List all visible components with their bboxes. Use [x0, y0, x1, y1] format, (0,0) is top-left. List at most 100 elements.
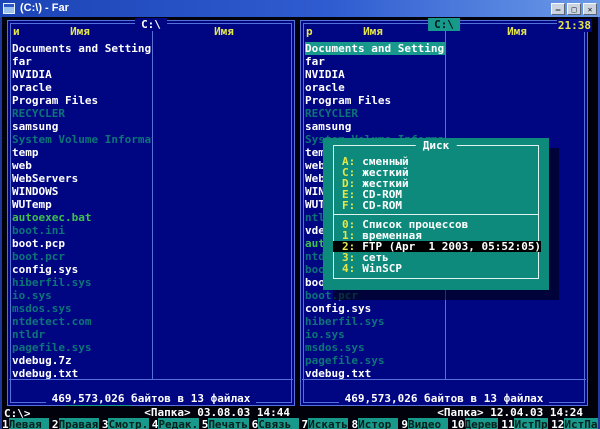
file-item[interactable]: temp: [12, 146, 152, 159]
file-item[interactable]: RECYCLER: [12, 107, 152, 120]
fkey-label: Видео: [408, 418, 449, 429]
drive-select-dialog: Диск A: сменный C: жесткий D: жесткий E: CD-ROM…: [323, 138, 549, 290]
file-item[interactable]: far: [12, 55, 152, 68]
maximize-button[interactable]: □: [567, 2, 581, 15]
file-item[interactable]: web: [12, 159, 152, 172]
fkey-number: 4: [151, 418, 159, 429]
left-sort-indicator: и: [13, 25, 20, 38]
file-item[interactable]: config.sys: [12, 263, 152, 276]
fkey-12-button[interactable]: 12ИстПап: [551, 418, 599, 429]
fkey-label: Правая: [58, 418, 99, 429]
file-item[interactable]: Program Files: [12, 94, 152, 107]
file-item[interactable]: msdos.sys: [12, 302, 152, 315]
file-item[interactable]: Program Files: [305, 94, 445, 107]
file-item[interactable]: samsung: [12, 120, 152, 133]
file-item[interactable]: ntdetect.com: [12, 315, 152, 328]
file-item[interactable]: boot.pcr: [12, 250, 152, 263]
fkey-label: Редак.: [158, 418, 199, 429]
titlebar[interactable]: (C:\) - Far — □ ✕: [0, 0, 600, 17]
file-item[interactable]: boot.pcp: [12, 237, 152, 250]
fkey-number: 9: [401, 418, 408, 429]
fkey-label: Печать: [208, 418, 249, 429]
fkey-label: ИстПап: [564, 418, 599, 429]
fkey-9-button[interactable]: 9 Видео: [401, 418, 449, 429]
fkey-10-button[interactable]: 10Дерево: [451, 418, 499, 429]
fkey-number: 1: [2, 418, 9, 429]
left-column-header-2: Имя: [214, 25, 234, 38]
fkey-label: Связь: [258, 418, 299, 429]
file-item[interactable]: io.sys: [12, 289, 152, 302]
fkey-label: Смотр.: [108, 418, 149, 429]
left-panel-path[interactable]: C:\: [135, 18, 167, 31]
window-controls: — □ ✕: [551, 2, 600, 15]
file-item[interactable]: System Volume Informatio}: [12, 133, 152, 146]
fkey-5-button[interactable]: 5 Печать: [202, 418, 249, 429]
file-item[interactable]: pagefile.sys: [12, 341, 152, 354]
close-button[interactable]: ✕: [583, 2, 597, 15]
file-item[interactable]: Documents and Settings: [305, 42, 445, 55]
minimize-button[interactable]: —: [551, 2, 565, 15]
clock: 21:38: [556, 19, 592, 32]
file-item[interactable]: NVIDIA: [305, 68, 445, 81]
right-column-header-1: Имя: [363, 25, 383, 38]
left-column-header-1: Имя: [70, 25, 90, 38]
far-manager-window: (C:\) - Far — □ ✕ 21:38 C:\ и Имя Имя Docu…: [0, 0, 600, 429]
file-item[interactable]: far: [305, 55, 445, 68]
window-title: (C:\) - Far: [20, 2, 69, 14]
file-item[interactable]: pagefile.sys: [305, 354, 445, 367]
file-item[interactable]: io.sys: [305, 328, 445, 341]
file-item[interactable]: boot.ini: [12, 224, 152, 237]
file-item[interactable]: Documents and Settings: [12, 42, 152, 55]
left-file-list: Documents and Settings far NVIDIA oracle Pro…: [12, 42, 152, 380]
left-panel[interactable]: C:\ и Имя Имя Documents and Settings far N…: [7, 18, 295, 419]
right-sort-indicator: р: [306, 25, 313, 38]
fkey-3-button[interactable]: 3 Смотр.: [102, 418, 149, 429]
special-drive-list: 0: Список процессов 1: временная 2: FTP (Apr …: [333, 219, 541, 274]
drive-item-key: F:: [342, 199, 356, 212]
file-item[interactable]: hiberfil.sys: [305, 315, 445, 328]
right-totals: 469,573,026 байтов в 13 файлах: [301, 392, 587, 405]
file-item[interactable]: autoexec.bat: [12, 211, 152, 224]
drive-item-label: CD-ROM: [362, 199, 402, 212]
left-column-divider: [152, 23, 153, 380]
file-item[interactable]: NVIDIA: [12, 68, 152, 81]
fkey-number: 2: [51, 418, 59, 429]
file-item[interactable]: ntldr: [12, 328, 152, 341]
console-area: 21:38 C:\ и Имя Имя Documents and Settin…: [0, 17, 600, 429]
dialog-title: Диск: [415, 139, 457, 152]
file-item[interactable]: boot.pcr: [305, 289, 445, 302]
fkey-6-button[interactable]: 6 Связь: [252, 418, 299, 429]
file-item[interactable]: config.sys: [305, 302, 445, 315]
fkey-8-button[interactable]: 8 Истор: [351, 418, 399, 429]
file-item[interactable]: WINDOWS: [12, 185, 152, 198]
file-item[interactable]: RECYCLER: [305, 107, 445, 120]
dialog-separator: [333, 214, 539, 215]
fkey-number: 10: [451, 418, 465, 429]
fkey-number: 12: [551, 418, 565, 429]
special-drive-item[interactable]: 4: WinSCP: [333, 263, 541, 274]
file-item[interactable]: samsung: [305, 120, 445, 133]
fkey-4-button[interactable]: 4 Редак.: [152, 418, 199, 429]
fkey-number: 5: [201, 418, 209, 429]
fkey-2-button[interactable]: 2 Правая: [52, 418, 99, 429]
fkey-number: 6: [251, 418, 259, 429]
right-status-info: <Папка> 12.04.03 14:24: [437, 406, 583, 419]
file-item[interactable]: vdebug.7z: [12, 354, 152, 367]
file-item[interactable]: WUTemp: [12, 198, 152, 211]
fkey-label: Истор: [358, 418, 399, 429]
file-item[interactable]: oracle: [12, 81, 152, 94]
right-panel-path[interactable]: C:\: [428, 18, 460, 31]
file-item[interactable]: hiberfil.sys: [12, 276, 152, 289]
special-drive-item-key: 4:: [342, 262, 356, 275]
file-item[interactable]: oracle: [305, 81, 445, 94]
function-key-bar: 1 Левая 2 Правая 3 Смотр. 4 Редак. 5 Печать 6 Связь…: [2, 418, 599, 429]
file-item[interactable]: msdos.sys: [305, 341, 445, 354]
fkey-number: 11: [501, 418, 515, 429]
drive-list: A: сменный C: жесткий D: жесткий E: CD-ROM F: CD-…: [333, 156, 541, 211]
fkey-number: 3: [101, 418, 109, 429]
file-item[interactable]: WebServers: [12, 172, 152, 185]
fkey-11-button[interactable]: 11 ИстПр: [501, 418, 549, 429]
fkey-label: Дерево: [464, 418, 499, 429]
drive-item[interactable]: F: CD-ROM: [333, 200, 541, 211]
special-drive-item-label: FTP (Apr 1 2003, 05:52:05): [362, 240, 542, 253]
